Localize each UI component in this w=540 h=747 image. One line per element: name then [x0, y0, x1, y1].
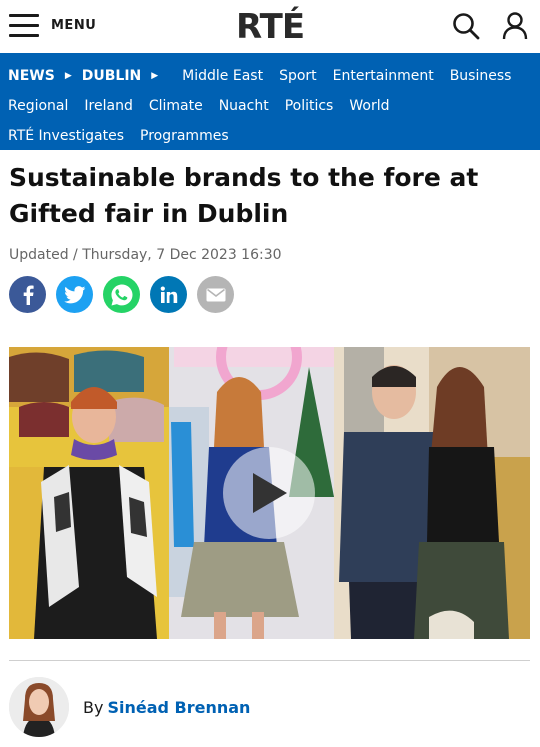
whatsapp-share-button[interactable] — [103, 276, 140, 313]
breadcrumb-dublin[interactable]: DUBLIN — [82, 68, 142, 84]
menu-button[interactable]: MENU — [9, 14, 97, 37]
nav-row-2: Regional Ireland Climate Nuacht Politics… — [8, 91, 532, 121]
author-byline: By Sinéad Brennan — [9, 677, 250, 737]
nav-row-3: RTÉ Investigates Programmes — [8, 121, 532, 151]
hamburger-icon — [9, 14, 39, 37]
byline-text: By Sinéad Brennan — [83, 698, 250, 717]
article-headline: Sustainable brands to the fore at Gifted… — [9, 163, 479, 228]
whatsapp-icon — [111, 284, 132, 305]
divider — [9, 660, 530, 661]
article-timestamp: Updated / Thursday, 7 Dec 2023 16:30 — [9, 247, 282, 263]
author-name-link[interactable]: Sinéad Brennan — [107, 698, 250, 717]
breadcrumb-arrow-icon: ▶ — [64, 71, 72, 81]
byline-prefix: By — [83, 697, 104, 717]
nav-row-1: NEWS ▶ DUBLIN ▶ Middle East Sport Entert… — [8, 61, 532, 91]
share-bar — [9, 276, 244, 313]
menu-label: MENU — [51, 17, 97, 33]
nav-link-middle-east[interactable]: Middle East — [182, 68, 263, 84]
lead-video[interactable] — [9, 347, 530, 639]
email-share-button[interactable] — [197, 276, 234, 313]
nav-link-nuacht[interactable]: Nuacht — [219, 98, 269, 114]
author-avatar — [9, 677, 69, 737]
play-button[interactable] — [223, 447, 315, 539]
rte-logo[interactable]: RTÉ — [236, 7, 305, 47]
nav-link-politics[interactable]: Politics — [285, 98, 334, 114]
email-icon — [206, 288, 225, 301]
breadcrumb-arrow-icon: ▶ — [151, 71, 159, 81]
nav-link-climate[interactable]: Climate — [149, 98, 203, 114]
nav-link-rte-investigates[interactable]: RTÉ Investigates — [8, 128, 124, 144]
facebook-icon — [23, 285, 34, 305]
nav-link-sport[interactable]: Sport — [279, 68, 317, 84]
nav-link-programmes[interactable]: Programmes — [140, 128, 229, 144]
search-icon[interactable] — [452, 12, 480, 40]
nav-link-business[interactable]: Business — [450, 68, 512, 84]
nav-link-ireland[interactable]: Ireland — [84, 98, 132, 114]
twitter-icon — [63, 285, 85, 303]
play-icon — [253, 473, 287, 513]
linkedin-icon — [160, 286, 177, 303]
twitter-share-button[interactable] — [56, 276, 93, 313]
user-account-icon[interactable] — [502, 12, 528, 40]
linkedin-share-button[interactable] — [150, 276, 187, 313]
breadcrumb-news[interactable]: NEWS — [8, 68, 55, 84]
section-navigation: NEWS ▶ DUBLIN ▶ Middle East Sport Entert… — [0, 53, 540, 150]
nav-link-world[interactable]: World — [349, 98, 389, 114]
nav-link-regional[interactable]: Regional — [8, 98, 68, 114]
nav-link-entertainment[interactable]: Entertainment — [333, 68, 434, 84]
facebook-share-button[interactable] — [9, 276, 46, 313]
site-header: MENU RTÉ — [0, 0, 540, 53]
